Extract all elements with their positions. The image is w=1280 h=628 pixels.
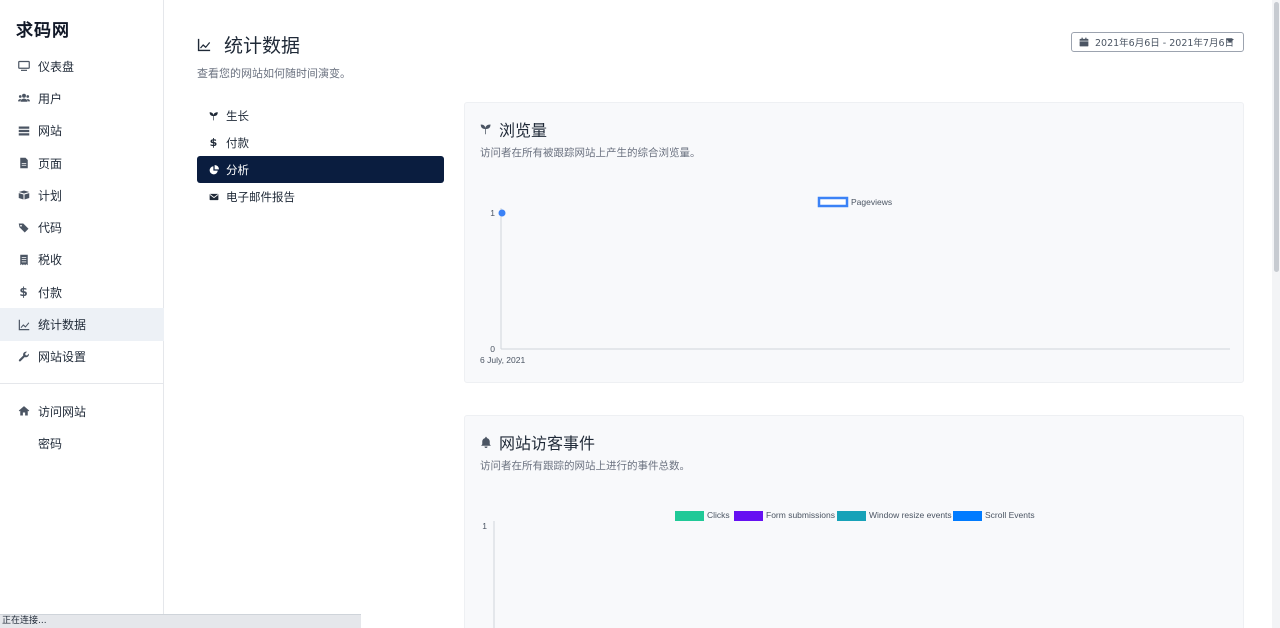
sidebar-item-users[interactable]: 用户 xyxy=(0,82,164,114)
pageviews-card: 浏览量 访问者在所有被跟踪网站上产生的综合浏览量。 Pageviews 1 0 … xyxy=(464,102,1244,383)
sidebar-item-label: 仪表盘 xyxy=(38,59,75,74)
submenu-item-label: 电子邮件报告 xyxy=(226,189,295,204)
page-subtitle: 查看您的网站如何随时间演变。 xyxy=(197,67,351,80)
y-tick-label: 1 xyxy=(482,521,487,531)
y-tick-label: 0 xyxy=(490,344,495,354)
calendar-icon xyxy=(1079,37,1089,47)
users-icon xyxy=(17,92,30,105)
pageviews-chart: Pageviews 1 0 6 July, 2021 xyxy=(480,196,1230,365)
sidebar-item-label: 付款 xyxy=(38,285,63,300)
dollar-icon: $ xyxy=(19,285,28,300)
x-tick-label: 6 July, 2021 xyxy=(480,355,525,365)
sidebar-item-label: 网站 xyxy=(38,124,63,139)
legend-swatch-pageviews xyxy=(817,196,849,208)
y-tick-label: 1 xyxy=(490,208,495,218)
events-chart: 1 Clicks Form submissions Window resize … xyxy=(482,510,1035,628)
sidebar-nav-bottom: 访问网站 密码 xyxy=(0,395,164,460)
pie-chart-icon xyxy=(208,164,219,175)
legend-swatch-clicks xyxy=(675,511,704,521)
monitor-icon xyxy=(17,60,30,73)
legend-swatch-window-resize xyxy=(837,511,866,521)
caret-down-icon xyxy=(1226,39,1234,43)
sidebar-item-label: 统计数据 xyxy=(38,318,87,333)
submenu-item-label: 生长 xyxy=(226,108,249,123)
legend-swatch-form-submissions xyxy=(734,511,763,521)
sidebar-item-dashboard[interactable]: 仪表盘 xyxy=(0,50,164,82)
scrollbar-thumb[interactable] xyxy=(1274,2,1279,272)
date-range-picker[interactable]: 2021年6月6日 - 2021年7月6日 xyxy=(1071,32,1244,52)
sidebar-item-label: 网站设置 xyxy=(38,350,87,365)
app: 求码网 仪表盘 用户 网站 页面 计划 代码 税收 $ 付款 统计数据 网站设置… xyxy=(0,0,1280,628)
chart-line-icon xyxy=(197,38,211,51)
sidebar-item-plans[interactable]: 计划 xyxy=(0,179,164,211)
box-icon xyxy=(17,189,30,202)
sidebar-item-websites[interactable]: 网站 xyxy=(0,115,164,147)
sidebar-item-label: 代码 xyxy=(38,221,63,236)
envelope-icon xyxy=(208,191,219,202)
brand-logo[interactable]: 求码网 xyxy=(16,16,70,41)
legend-label-pageviews: Pageviews xyxy=(851,197,892,207)
legend-label-scroll-events: Scroll Events xyxy=(985,510,1035,520)
statistics-submenu: 生长 $ 付款 分析 电子邮件报告 xyxy=(197,102,444,210)
events-card: 网站访客事件 访问者在所有跟踪的网站上进行的事件总数。 1 Clicks For… xyxy=(464,415,1244,628)
receipt-icon xyxy=(17,253,30,266)
sidebar-item-codes[interactable]: 代码 xyxy=(0,211,164,243)
home-icon xyxy=(17,405,30,418)
submenu-item-analytics[interactable]: 分析 xyxy=(197,156,444,183)
seedling-icon xyxy=(208,110,219,121)
sidebar-divider xyxy=(0,383,164,384)
legend-label-clicks: Clicks xyxy=(707,510,730,520)
sidebar: 求码网 仪表盘 用户 网站 页面 计划 代码 税收 $ 付款 统计数据 网站设置… xyxy=(0,0,164,628)
legend-label-form-submissions: Form submissions xyxy=(766,510,835,520)
submenu-item-payments[interactable]: $ 付款 xyxy=(197,129,444,156)
sidebar-item-label: 页面 xyxy=(38,156,63,171)
legend-label-window-resize: Window resize events xyxy=(869,510,952,520)
sidebar-item-password[interactable]: 密码 xyxy=(0,427,164,459)
tags-icon xyxy=(17,221,30,234)
sidebar-item-label: 访问网站 xyxy=(38,404,87,419)
chart-line-icon xyxy=(17,318,30,331)
page-header: 统计数据 查看您的网站如何随时间演变。 xyxy=(197,31,351,81)
sidebar-item-label: 密码 xyxy=(38,436,63,451)
submenu-item-email-reports[interactable]: 电子邮件报告 xyxy=(197,183,444,210)
wrench-icon xyxy=(17,350,30,363)
page-scrollbar[interactable] xyxy=(1272,0,1280,628)
dollar-icon: $ xyxy=(209,136,218,149)
sidebar-item-payments[interactable]: $ 付款 xyxy=(0,276,164,308)
file-icon xyxy=(17,157,30,170)
page-title: 统计数据 xyxy=(197,31,351,58)
legend-swatch-scroll-events xyxy=(953,511,982,521)
sidebar-item-settings[interactable]: 网站设置 xyxy=(0,341,164,373)
submenu-item-growth[interactable]: 生长 xyxy=(197,102,444,129)
date-range-text: 2021年6月6日 - 2021年7月6日 xyxy=(1095,38,1234,49)
sidebar-item-label: 计划 xyxy=(38,188,63,203)
sidebar-item-taxes[interactable]: 税收 xyxy=(0,244,164,276)
server-icon xyxy=(17,124,30,137)
page-title-text: 统计数据 xyxy=(224,35,301,57)
submenu-item-label: 分析 xyxy=(226,162,249,177)
status-bar: 正在连接... xyxy=(0,614,361,628)
submenu-item-label: 付款 xyxy=(226,135,249,150)
sidebar-item-visit-site[interactable]: 访问网站 xyxy=(0,395,164,427)
sidebar-item-pages[interactable]: 页面 xyxy=(0,147,164,179)
sidebar-nav: 仪表盘 用户 网站 页面 计划 代码 税收 $ 付款 统计数据 网站设置 xyxy=(0,50,164,373)
sidebar-item-label: 用户 xyxy=(38,91,63,106)
data-point[interactable] xyxy=(498,209,506,217)
sidebar-item-statistics[interactable]: 统计数据 xyxy=(0,308,164,341)
sidebar-item-label: 税收 xyxy=(38,253,63,268)
